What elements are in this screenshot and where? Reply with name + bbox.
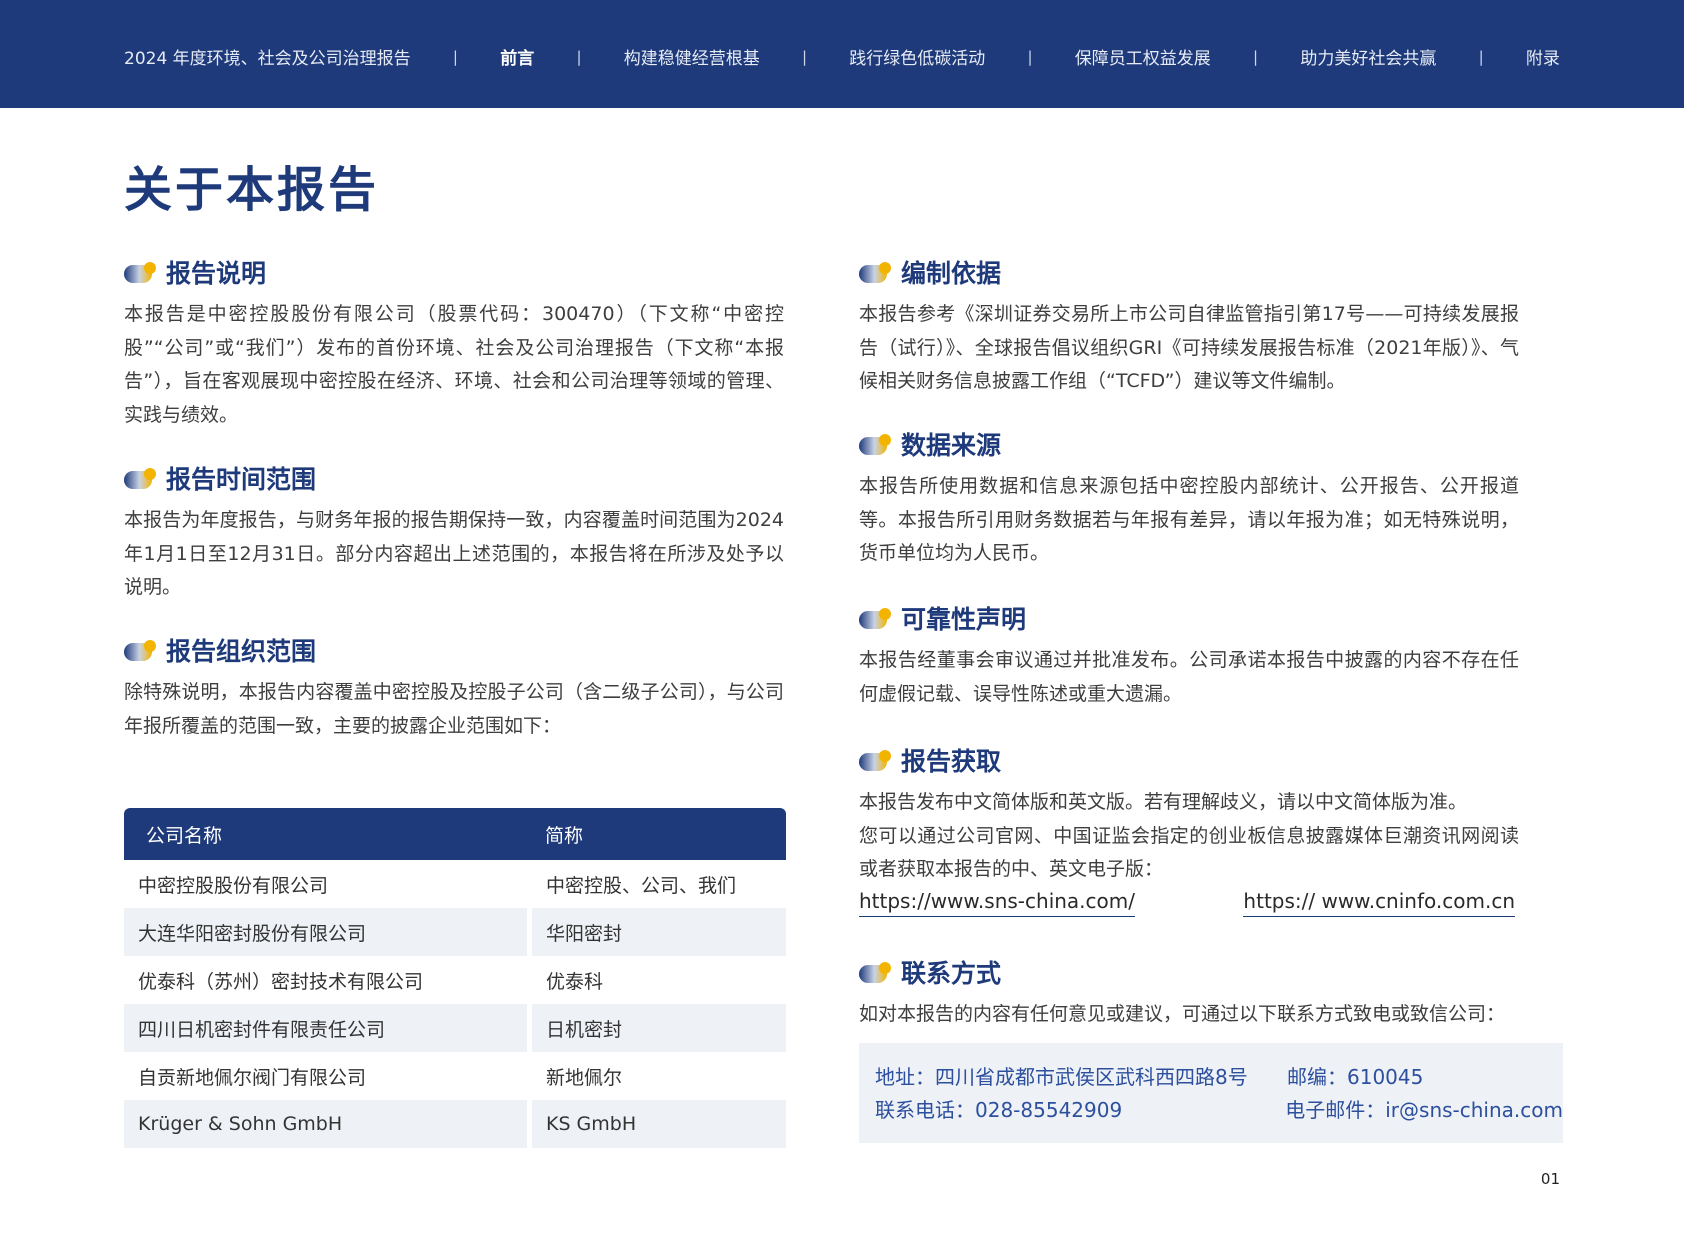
section-body: 本报告所使用数据和信息来源包括中密控股内部统计、公开报告、公开报道等。本报告所引… bbox=[859, 475, 1519, 564]
access-links: https://www.sns-china.com/ https:// www.… bbox=[859, 889, 1515, 917]
section-heading: 数据来源 bbox=[901, 431, 1002, 460]
nav-item-society[interactable]: 助力美好社会共赢 bbox=[1300, 44, 1436, 69]
section-body: 本报告参考《深圳证券交易所上市公司自律监管指引第17号——可持续发展报告（试行）… bbox=[859, 303, 1519, 392]
page-number: 01 bbox=[1540, 1170, 1560, 1188]
cell-company: 自贡新地佩尔阀门有限公司 bbox=[138, 1066, 367, 1089]
section-report-description: 报告说明 本报告是中密控股股份有限公司（股票代码：300470）（下文称“中密控… bbox=[124, 252, 784, 458]
nav-item-employees[interactable]: 保障员工权益发展 bbox=[1075, 44, 1211, 69]
nav-item-operations[interactable]: 构建稳健经营根基 bbox=[624, 44, 760, 69]
section-body: 本报告发布中文简体版和英文版。若有理解歧义，请以中文简体版为准。 您可以通过公司… bbox=[859, 786, 1519, 887]
nav-separator: | bbox=[452, 47, 458, 66]
contact-email[interactable]: 电子邮件：ir@sns-china.com bbox=[1285, 1094, 1563, 1127]
page-title: 关于本报告 bbox=[124, 162, 380, 218]
section-heading: 联系方式 bbox=[901, 959, 1002, 988]
section-access: 报告获取 本报告发布中文简体版和英文版。若有理解歧义，请以中文简体版为准。 您可… bbox=[859, 740, 1519, 952]
section-bullet-icon bbox=[859, 433, 891, 455]
cell-short: 新地佩尔 bbox=[546, 1066, 623, 1089]
section-bullet-icon bbox=[859, 607, 891, 629]
section-time-scope: 报告时间范围 本报告为年度报告，与财务年报的报告期保持一致，内容覆盖时间范围为2… bbox=[124, 458, 784, 630]
left-column: 报告说明 本报告是中密控股股份有限公司（股票代码：300470）（下文称“中密控… bbox=[124, 252, 784, 800]
cell-short: KS GmbH bbox=[532, 1100, 786, 1148]
nav-separator: | bbox=[1478, 47, 1484, 66]
chapter-nav: 2024 年度环境、社会及公司治理报告 | 前言 | 构建稳健经营根基 | 践行… bbox=[124, 44, 1560, 70]
cell-company: 中密控股股份有限公司 bbox=[138, 874, 329, 897]
section-data-source: 数据来源 本报告所使用数据和信息来源包括中密控股内部统计、公开报告、公开报道等。… bbox=[859, 424, 1519, 598]
nav-separator: | bbox=[1027, 47, 1033, 66]
table-row: 中密控股股份有限公司 中密控股、公司、我们 bbox=[124, 860, 786, 908]
section-heading: 报告时间范围 bbox=[166, 465, 317, 494]
section-bullet-icon bbox=[859, 749, 891, 771]
cell-short: 中密控股、公司、我们 bbox=[546, 874, 737, 897]
cell-short: 日机密封 bbox=[532, 1004, 786, 1052]
section-body: 如对本报告的内容有任何意见或建议，可通过以下联系方式致电或致信公司： bbox=[859, 1003, 1506, 1025]
table-header: 公司名称 简称 bbox=[124, 808, 786, 860]
section-heading: 可靠性声明 bbox=[901, 605, 1027, 634]
cell-company: 四川日机密封件有限责任公司 bbox=[124, 1004, 527, 1052]
table-row: 四川日机密封件有限责任公司 日机密封 bbox=[124, 1004, 786, 1052]
section-body: 本报告经董事会审议通过并批准发布。公司承诺本报告中披露的内容不存在任何虚假记载、… bbox=[859, 649, 1519, 705]
contact-postcode: 邮编：610045 bbox=[1287, 1065, 1424, 1089]
nav-separator: | bbox=[576, 47, 582, 66]
section-bullet-icon bbox=[124, 639, 156, 661]
section-reliability: 可靠性声明 本报告经董事会审议通过并批准发布。公司承诺本报告中披露的内容不存在任… bbox=[859, 598, 1519, 740]
cell-short: 华阳密封 bbox=[532, 908, 786, 956]
section-basis: 编制依据 本报告参考《深圳证券交易所上市公司自律监管指引第17号——可持续发展报… bbox=[859, 252, 1519, 424]
table-row: 优泰科（苏州）密封技术有限公司 优泰科 bbox=[124, 956, 786, 1004]
section-heading: 报告组织范围 bbox=[166, 637, 317, 666]
nav-item-green[interactable]: 践行绿色低碳活动 bbox=[849, 44, 985, 69]
entity-scope-table: 公司名称 简称 中密控股股份有限公司 中密控股、公司、我们 大连华阳密封股份有限… bbox=[124, 808, 786, 1148]
section-body: 本报告为年度报告，与财务年报的报告期保持一致，内容覆盖时间范围为2024年1月1… bbox=[124, 509, 784, 598]
section-bullet-icon bbox=[859, 261, 891, 283]
contact-address: 地址：四川省成都市武侯区武科西四路8号 bbox=[875, 1065, 1248, 1089]
cell-company: 优泰科（苏州）密封技术有限公司 bbox=[138, 970, 424, 993]
top-nav-bar: 2024 年度环境、社会及公司治理报告 | 前言 | 构建稳健经营根基 | 践行… bbox=[0, 0, 1684, 108]
header-company-name: 公司名称 bbox=[146, 824, 223, 847]
cell-company: 大连华阳密封股份有限公司 bbox=[124, 908, 527, 956]
section-heading: 报告获取 bbox=[901, 747, 1002, 776]
table-row: 大连华阳密封股份有限公司 华阳密封 bbox=[124, 908, 786, 956]
nav-item-preface[interactable]: 前言 bbox=[500, 44, 534, 69]
section-body: 除特殊说明，本报告内容覆盖中密控股及控股子公司（含二级子公司），与公司年报所覆盖… bbox=[124, 681, 784, 737]
nav-item-appendix[interactable]: 附录 bbox=[1526, 44, 1560, 69]
section-heading: 报告说明 bbox=[166, 259, 267, 288]
section-contact: 联系方式 如对本报告的内容有任何意见或建议，可通过以下联系方式致电或致信公司： bbox=[859, 952, 1519, 1032]
table-row: Krüger & Sohn GmbH KS GmbH bbox=[124, 1100, 786, 1148]
right-column: 编制依据 本报告参考《深圳证券交易所上市公司自律监管指引第17号——可持续发展报… bbox=[859, 252, 1519, 1032]
section-bullet-icon bbox=[124, 261, 156, 283]
contact-phone[interactable]: 联系电话：028-85542909 bbox=[875, 1094, 1285, 1127]
table-row: 自贡新地佩尔阀门有限公司 新地佩尔 bbox=[124, 1052, 786, 1100]
cell-short: 优泰科 bbox=[546, 970, 604, 993]
cninfo-website-link[interactable]: https:// www.cninfo.com.cn bbox=[1243, 889, 1515, 917]
cell-company: Krüger & Sohn GmbH bbox=[124, 1100, 527, 1148]
section-org-scope: 报告组织范围 除特殊说明，本报告内容覆盖中密控股及控股子公司（含二级子公司），与… bbox=[124, 630, 784, 800]
company-website-link[interactable]: https://www.sns-china.com/ bbox=[859, 889, 1135, 917]
header-short-name: 简称 bbox=[545, 824, 584, 847]
section-bullet-icon bbox=[124, 467, 156, 489]
nav-separator: | bbox=[1253, 47, 1259, 66]
section-body: 本报告是中密控股股份有限公司（股票代码：300470）（下文称“中密控股”“公司… bbox=[124, 303, 784, 426]
section-heading: 编制依据 bbox=[901, 259, 1002, 288]
access-text-channels: 您可以通过公司官网、中国证监会指定的创业板信息披露媒体巨潮资讯网阅读或者获取本报… bbox=[859, 824, 1519, 881]
section-bullet-icon bbox=[859, 961, 891, 983]
access-text-language: 本报告发布中文简体版和英文版。若有理解歧义，请以中文简体版为准。 bbox=[859, 791, 1468, 813]
nav-separator: | bbox=[801, 47, 808, 66]
contact-info-box: 地址：四川省成都市武侯区武科西四路8号 邮编：610045 联系电话：028-8… bbox=[859, 1043, 1563, 1143]
nav-item-report-title[interactable]: 2024 年度环境、社会及公司治理报告 bbox=[124, 44, 411, 69]
